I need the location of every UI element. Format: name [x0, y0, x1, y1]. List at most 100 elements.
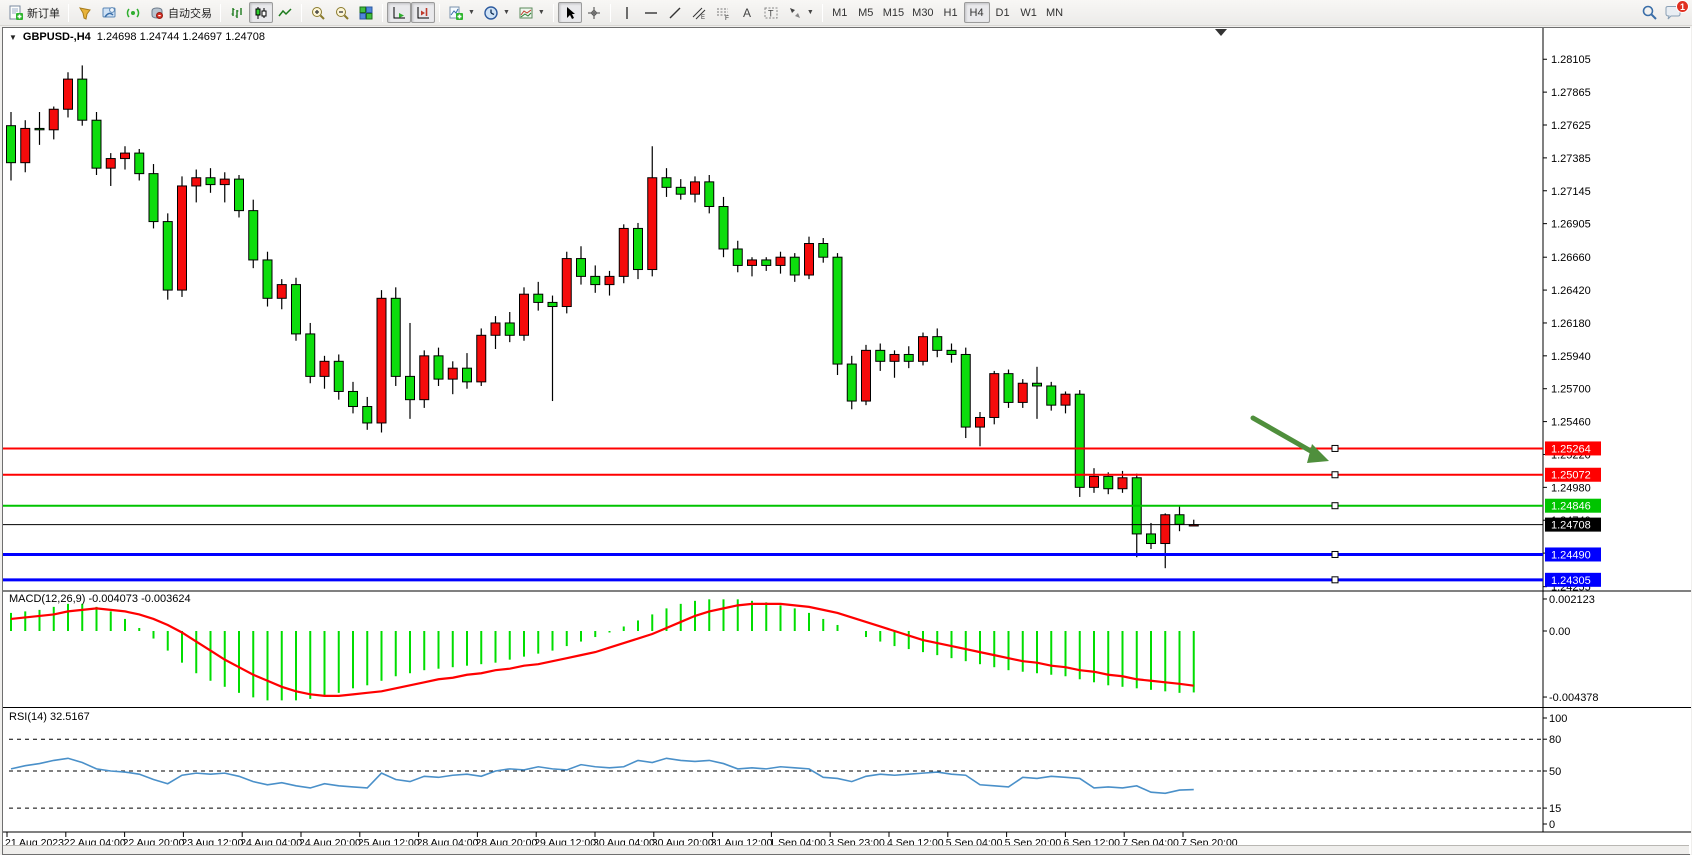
bar-chart-icon — [229, 5, 245, 21]
chart-layers: 1.281051.278651.276251.273851.271451.269… — [3, 28, 1691, 854]
timeframe-button-h1[interactable]: H1 — [938, 2, 964, 23]
auto-trading-icon — [149, 5, 165, 21]
auto-trading-button[interactable]: 自动交易 — [145, 2, 216, 23]
arrows-button[interactable]: ▼ — [783, 2, 818, 23]
svg-text:0.00: 0.00 — [1549, 626, 1570, 638]
notification-badge: 1 — [1676, 0, 1689, 13]
auto-scroll-button[interactable] — [387, 2, 411, 23]
notifications-button[interactable]: 1 — [1664, 5, 1682, 21]
timeframe-button-w1[interactable]: W1 — [1016, 2, 1042, 23]
arrows-icon — [787, 5, 803, 21]
symbol-dropdown-icon[interactable]: ▼ — [9, 33, 17, 42]
timeframe-group: M1M5M15M30H1H4D1W1MN — [827, 2, 1068, 23]
bar-chart-button[interactable] — [225, 2, 249, 23]
timeframe-button-h4[interactable]: H4 — [964, 2, 990, 23]
svg-text:100: 100 — [1549, 713, 1567, 725]
timeframe-button-m15[interactable]: M15 — [879, 2, 908, 23]
horizontal-line-button[interactable] — [639, 2, 663, 23]
chart-shift-button[interactable] — [411, 2, 435, 23]
svg-text:0.002123: 0.002123 — [1549, 594, 1595, 606]
svg-text:1.27385: 1.27385 — [1551, 153, 1591, 165]
funnel-button[interactable] — [73, 2, 97, 23]
chart-ohlc-values: 1.24698 1.24744 1.24697 1.24708 — [97, 31, 265, 43]
svg-text:1.28105: 1.28105 — [1551, 54, 1591, 66]
svg-text:-0.004378: -0.004378 — [1549, 692, 1599, 704]
crosshair-button[interactable] — [582, 2, 606, 23]
svg-text:T: T — [768, 8, 774, 18]
search-icon[interactable] — [1641, 4, 1658, 21]
text-button[interactable]: A — [735, 2, 759, 23]
window-bottom-strip — [3, 845, 1689, 854]
price-chart[interactable]: 1.281051.278651.276251.273851.271451.269… — [3, 28, 1691, 854]
signal-icon — [125, 5, 141, 21]
chart-window[interactable]: 1.281051.278651.276251.273851.271451.269… — [2, 27, 1690, 855]
svg-text:1.25072: 1.25072 — [1551, 470, 1591, 482]
toolbar-separator — [822, 4, 823, 22]
funnel-icon — [77, 5, 93, 21]
market-watch-button[interactable] — [97, 2, 121, 23]
svg-text:A: A — [743, 6, 751, 20]
svg-text:1.26180: 1.26180 — [1551, 318, 1591, 330]
candlestick-chart-button[interactable] — [249, 2, 273, 23]
svg-text:1.25700: 1.25700 — [1551, 384, 1591, 396]
vertical-line-icon — [619, 5, 635, 21]
vertical-line-button[interactable] — [615, 2, 639, 23]
indicators-button[interactable]: ▼ — [444, 2, 479, 23]
timeframe-button-mn[interactable]: MN — [1042, 2, 1068, 23]
line-chart-icon — [277, 5, 293, 21]
channel-button[interactable]: E — [687, 2, 711, 23]
tile-windows-button[interactable] — [354, 2, 378, 23]
toolbar-separator — [553, 4, 554, 22]
svg-text:1.25460: 1.25460 — [1551, 417, 1591, 429]
chart-symbol-label: GBPUSD-,H4 — [23, 31, 91, 43]
svg-text:1.26420: 1.26420 — [1551, 285, 1591, 297]
svg-text:1.26660: 1.26660 — [1551, 252, 1591, 264]
indicators-icon — [448, 5, 464, 21]
svg-text:F: F — [725, 15, 729, 21]
chevron-down-icon: ▼ — [538, 9, 545, 16]
fibonacci-button[interactable]: F — [711, 2, 735, 23]
new-order-label: 新订单 — [27, 5, 60, 21]
toolbar-separator — [220, 4, 221, 22]
svg-text:50: 50 — [1549, 766, 1561, 778]
trendline-button[interactable] — [663, 2, 687, 23]
fibonacci-icon: F — [715, 5, 731, 21]
svg-text:E: E — [701, 15, 705, 21]
zoom-out-button[interactable] — [330, 2, 354, 23]
trendline-icon — [667, 5, 683, 21]
auto-trading-label: 自动交易 — [168, 5, 212, 21]
zoom-in-button[interactable] — [306, 2, 330, 23]
text-label-button[interactable]: T — [759, 2, 783, 23]
text-label-icon: T — [763, 5, 779, 21]
toolbar-separator — [382, 4, 383, 22]
timeframe-button-m1[interactable]: M1 — [827, 2, 853, 23]
main-toolbar: 新订单 自动交易 ▼ ▼ ▼ E F A T ▼ — [0, 0, 1692, 26]
new-order-button[interactable]: 新订单 — [4, 2, 64, 23]
svg-text:1.27625: 1.27625 — [1551, 120, 1591, 132]
templates-icon — [518, 5, 534, 21]
macd-indicator-label: MACD(12,26,9) -0.004073 -0.003624 — [9, 593, 191, 605]
zoom-in-icon — [310, 5, 326, 21]
chart-shift-icon — [415, 5, 431, 21]
periods-icon — [483, 5, 499, 21]
market-watch-icon — [101, 5, 117, 21]
candlestick-chart-icon — [253, 5, 269, 21]
svg-text:1.25940: 1.25940 — [1551, 351, 1591, 363]
text-icon: A — [739, 5, 755, 21]
svg-text:1.26905: 1.26905 — [1551, 219, 1591, 231]
toolbar-separator — [610, 4, 611, 22]
timeframe-button-d1[interactable]: D1 — [990, 2, 1016, 23]
svg-text:1.25264: 1.25264 — [1551, 443, 1591, 455]
line-chart-button[interactable] — [273, 2, 297, 23]
timeframe-button-m5[interactable]: M5 — [853, 2, 879, 23]
channel-icon: E — [691, 5, 707, 21]
chevron-down-icon: ▼ — [807, 9, 814, 16]
periods-button[interactable]: ▼ — [479, 2, 514, 23]
svg-text:15: 15 — [1549, 803, 1561, 815]
cursor-button[interactable] — [558, 2, 582, 23]
toolbar-separator — [439, 4, 440, 22]
svg-text:1.27145: 1.27145 — [1551, 186, 1591, 198]
timeframe-button-m30[interactable]: M30 — [908, 2, 937, 23]
signal-button[interactable] — [121, 2, 145, 23]
templates-button[interactable]: ▼ — [514, 2, 549, 23]
